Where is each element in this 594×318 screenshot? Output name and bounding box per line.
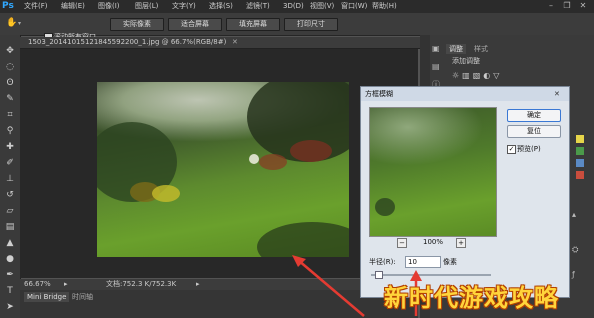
preview-zoom: 100% bbox=[423, 238, 444, 246]
panel-chevron-icon[interactable]: ▴ bbox=[572, 210, 582, 220]
menu-type[interactable]: 文字(Y) bbox=[172, 0, 196, 13]
radius-slider-track[interactable] bbox=[371, 274, 491, 276]
hand-tool-icon: ✋ bbox=[6, 18, 18, 28]
panel-fx-icon[interactable]: ƒ bbox=[572, 270, 582, 280]
preview-window[interactable] bbox=[369, 107, 497, 237]
blur-tool-icon[interactable]: ▲ bbox=[4, 237, 16, 249]
lasso-tool-icon[interactable]: ʘ bbox=[4, 77, 16, 89]
pen-tool-icon[interactable]: ✒ bbox=[4, 269, 16, 281]
tree-bottom-blur bbox=[257, 222, 349, 257]
close-icon[interactable]: ✕ bbox=[578, 1, 588, 11]
crop-tool-icon[interactable]: ⌗ bbox=[4, 109, 16, 121]
menu-3d[interactable]: 3D(D) bbox=[283, 0, 304, 13]
move-tool-icon[interactable]: ✥ bbox=[4, 45, 16, 57]
properties-panel-icon[interactable]: ▤ bbox=[432, 63, 440, 71]
dialog-title: 方框模糊 bbox=[365, 90, 393, 98]
preview-checkbox[interactable]: ✓ bbox=[507, 145, 516, 154]
shrub-red-blur-2 bbox=[259, 154, 287, 170]
annotation-arrow-icon bbox=[292, 255, 365, 317]
add-adjustment-label: 添加调整 bbox=[452, 57, 480, 65]
brush-tool-icon[interactable]: ✐ bbox=[4, 157, 16, 169]
print-size-button[interactable]: 打印尺寸 bbox=[284, 18, 338, 31]
app-logo: Ps bbox=[2, 1, 14, 11]
blurred-park-photo[interactable] bbox=[97, 82, 349, 257]
swatch-blue[interactable] bbox=[576, 159, 584, 167]
site-watermark: 新时代游戏攻略 bbox=[384, 284, 559, 312]
tab-styles[interactable]: 样式 bbox=[474, 44, 488, 54]
tool-preset-chevron-icon[interactable]: ▾ bbox=[18, 18, 21, 29]
menu-file[interactable]: 文件(F) bbox=[24, 0, 48, 13]
radius-unit: 像素 bbox=[443, 258, 457, 266]
menu-layer[interactable]: 图层(L) bbox=[135, 0, 158, 13]
menu-help[interactable]: 帮助(H) bbox=[372, 0, 397, 13]
preview-blur-light bbox=[370, 108, 496, 172]
swatch-green[interactable] bbox=[576, 147, 584, 155]
box-blur-dialog: 方框模糊 ✕ − 100% + 半径(R): 10 像素 确定 复位 ✓ 预览(… bbox=[360, 86, 570, 298]
zoom-out-icon[interactable]: − bbox=[397, 238, 407, 248]
menu-select[interactable]: 选择(S) bbox=[209, 0, 233, 13]
history-brush-tool-icon[interactable]: ↺ bbox=[4, 189, 16, 201]
menu-view[interactable]: 视图(V) bbox=[310, 0, 334, 13]
healing-tool-icon[interactable]: ✚ bbox=[4, 141, 16, 153]
document-tab[interactable]: 1503_20141015121845592200_1.jpg @ 66.7%(… bbox=[20, 37, 420, 49]
doc-info-expand-icon[interactable]: ▸ bbox=[64, 279, 68, 290]
fit-screen-button[interactable]: 适合屏幕 bbox=[168, 18, 222, 31]
menu-bar: Ps 文件(F) 编辑(E) 图像(I) 图层(L) 文字(Y) 选择(S) 滤… bbox=[0, 0, 594, 13]
preview-label: 预览(P) bbox=[517, 145, 541, 153]
path-select-tool-icon[interactable]: ➤ bbox=[4, 301, 16, 313]
reset-button[interactable]: 复位 bbox=[507, 125, 561, 138]
type-tool-icon[interactable]: T bbox=[4, 285, 16, 297]
actual-pixels-button[interactable]: 实际像素 bbox=[110, 18, 164, 31]
menu-image[interactable]: 图像(I) bbox=[98, 0, 120, 13]
swatch-yellow[interactable] bbox=[576, 135, 584, 143]
document-title: 1503_20141015121845592200_1.jpg @ 66.7%(… bbox=[28, 38, 227, 46]
radius-label: 半径(R): bbox=[369, 258, 396, 266]
tab-mini-bridge[interactable]: Mini Bridge bbox=[24, 292, 70, 302]
quick-select-tool-icon[interactable]: ✎ bbox=[4, 93, 16, 105]
menu-edit[interactable]: 编辑(E) bbox=[61, 0, 85, 13]
light-spot-blur bbox=[249, 154, 259, 164]
tab-adjustments[interactable]: 调整 bbox=[446, 44, 466, 54]
menu-filter[interactable]: 滤镜(T) bbox=[246, 0, 270, 13]
close-document-icon[interactable]: ✕ bbox=[232, 37, 238, 48]
history-panel-icon[interactable]: ▣ bbox=[432, 45, 440, 53]
doc-info-menu-icon[interactable]: ▸ bbox=[196, 279, 200, 290]
adjustment-icons-row-1[interactable]: ☼▥▧◐▽ bbox=[452, 71, 502, 81]
marquee-tool-icon[interactable]: ◌ bbox=[4, 61, 16, 73]
dialog-titlebar[interactable]: 方框模糊 ✕ bbox=[361, 87, 569, 101]
swatch-red[interactable] bbox=[576, 171, 584, 179]
radius-input[interactable]: 10 bbox=[405, 256, 441, 268]
options-bar: ✋ ▾ 滚动所有窗口 实际像素 适合屏幕 填充屏幕 打印尺寸 bbox=[0, 13, 594, 42]
tab-timeline[interactable]: 时间轴 bbox=[72, 292, 93, 302]
fill-screen-button[interactable]: 填充屏幕 bbox=[226, 18, 280, 31]
dodge-tool-icon[interactable]: ● bbox=[4, 253, 16, 265]
zoom-in-icon[interactable]: + bbox=[456, 238, 466, 248]
minimize-icon[interactable]: – bbox=[546, 1, 556, 11]
restore-icon[interactable]: ❐ bbox=[562, 1, 572, 11]
preview-blur-shrub bbox=[375, 198, 395, 216]
dialog-close-icon[interactable]: ✕ bbox=[554, 87, 560, 101]
shrub-yellow-blur-2 bbox=[152, 185, 180, 202]
menu-window[interactable]: 窗口(W) bbox=[341, 0, 367, 13]
gradient-tool-icon[interactable]: ▤ bbox=[4, 221, 16, 233]
stamp-tool-icon[interactable]: ⊥ bbox=[4, 173, 16, 185]
shrub-red-blur bbox=[290, 140, 332, 162]
panel-lock-icon[interactable]: ⛭ bbox=[572, 245, 582, 255]
doc-info: 文档:752.3 K/752.3K bbox=[106, 280, 177, 288]
eraser-tool-icon[interactable]: ▱ bbox=[4, 205, 16, 217]
radius-slider-thumb[interactable] bbox=[375, 271, 383, 279]
ok-button[interactable]: 确定 bbox=[507, 109, 561, 122]
eyedropper-tool-icon[interactable]: ⚲ bbox=[4, 125, 16, 137]
zoom-level[interactable]: 66.67% bbox=[24, 279, 51, 290]
tools-panel: ✥ ◌ ʘ ✎ ⌗ ⚲ ✚ ✐ ⊥ ↺ ▱ ▤ ▲ ● ✒ T ➤ bbox=[0, 35, 21, 318]
